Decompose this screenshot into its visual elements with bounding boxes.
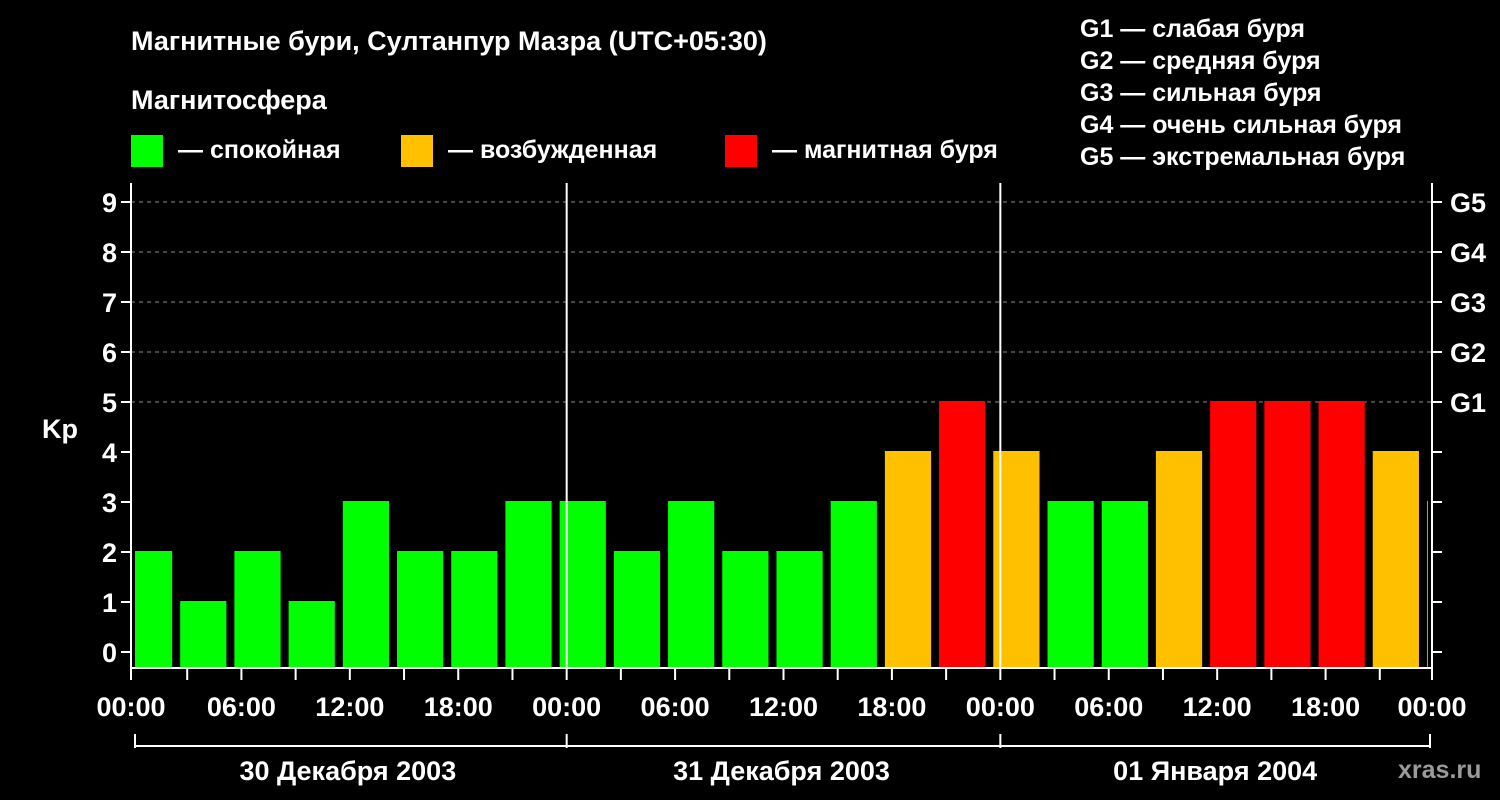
kp-bar-12 [722, 551, 769, 668]
kp-bar-20 [1155, 451, 1203, 668]
kp-bar-13 [776, 551, 823, 668]
day-label: 30 Декабря 2003 [239, 756, 456, 786]
g-tick-label-g2: G2 [1450, 338, 1486, 368]
day-label: 31 Декабря 2003 [673, 756, 890, 786]
y-tick-label: 3 [102, 488, 117, 518]
legend-swatch-storm [725, 135, 757, 167]
x-tick-label: 00:00 [96, 692, 165, 722]
g-scale-g1: G1 — слабая буря [1080, 15, 1305, 43]
watermark: xras.ru [1398, 756, 1481, 784]
y-tick-label: 6 [102, 338, 117, 368]
x-tick-label: 06:00 [207, 692, 276, 722]
g-scale-g4: G4 — очень сильная буря [1080, 111, 1402, 139]
kp-chart: Магнитные бури, Султанпур Мазра (UTC+05:… [42, 15, 1486, 786]
legend-heading: Магнитосфера [131, 85, 328, 115]
kp-bar-6 [397, 551, 444, 668]
g-scale-g5: G5 — экстремальная буря [1080, 143, 1405, 171]
y-tick-label: 9 [102, 188, 117, 218]
legend-label-quiet: — спокойная [178, 136, 341, 164]
legend-label-active: — возбужденная [448, 136, 657, 164]
x-tick-label: 12:00 [749, 692, 818, 722]
kp-bar-23 [1318, 401, 1365, 668]
kp-bar-11 [668, 501, 715, 668]
y-tick-label: 5 [102, 388, 117, 418]
legend-swatch-active [401, 135, 433, 167]
x-tick-label: 18:00 [1291, 692, 1360, 722]
kp-bar-4 [288, 601, 335, 668]
y-tick-label: 2 [102, 538, 117, 568]
kp-bar-1 [135, 551, 173, 668]
day-label: 01 Января 2004 [1113, 756, 1317, 786]
x-tick-label: 12:00 [315, 692, 384, 722]
y-tick-label: 8 [102, 238, 117, 268]
g-tick-label-g1: G1 [1450, 388, 1486, 418]
legend-swatch-quiet [131, 135, 163, 167]
y-tick-label: 4 [102, 438, 117, 468]
y-tick-label: 7 [102, 288, 117, 318]
g-tick-label-g4: G4 [1450, 238, 1486, 268]
x-tick-label: 00:00 [532, 692, 601, 722]
y-tick-label: 1 [102, 588, 117, 618]
g-scale-g2: G2 — средняя буря [1080, 47, 1321, 75]
kp-bar-24 [1372, 451, 1419, 668]
x-tick-label: 06:00 [1074, 692, 1143, 722]
x-tick-label: 18:00 [424, 692, 493, 722]
kp-bar-15 [884, 451, 932, 668]
chart-title: Магнитные бури, Султанпур Мазра (UTC+05:… [131, 26, 767, 56]
x-tick-label: 18:00 [857, 692, 926, 722]
x-tick-label: 06:00 [641, 692, 710, 722]
g-scale-g3: G3 — сильная буря [1080, 79, 1322, 107]
kp-bar-5 [342, 501, 390, 668]
kp-bar-25 [1426, 501, 1428, 668]
kp-bar-7 [451, 551, 498, 668]
kp-bar-10 [613, 551, 661, 668]
kp-bar-21 [1210, 401, 1257, 668]
kp-bar-22 [1264, 401, 1311, 668]
kp-bar-19 [1101, 501, 1148, 668]
kp-bar-2 [180, 601, 227, 668]
x-tick-label: 00:00 [1397, 692, 1466, 722]
kp-bar-18 [1047, 501, 1094, 668]
x-tick-label: 12:00 [1183, 692, 1252, 722]
kp-bar-8 [505, 501, 552, 668]
legend-label-storm: — магнитная буря [772, 136, 998, 164]
g-tick-label-g3: G3 [1450, 288, 1486, 318]
y-tick-label: 0 [102, 638, 117, 668]
y-axis-label: Kp [42, 414, 78, 444]
g-tick-label-g5: G5 [1450, 188, 1486, 218]
x-tick-label: 00:00 [966, 692, 1035, 722]
kp-bar-16 [939, 401, 986, 668]
kp-bar-14 [830, 501, 877, 668]
kp-bar-3 [234, 551, 281, 668]
